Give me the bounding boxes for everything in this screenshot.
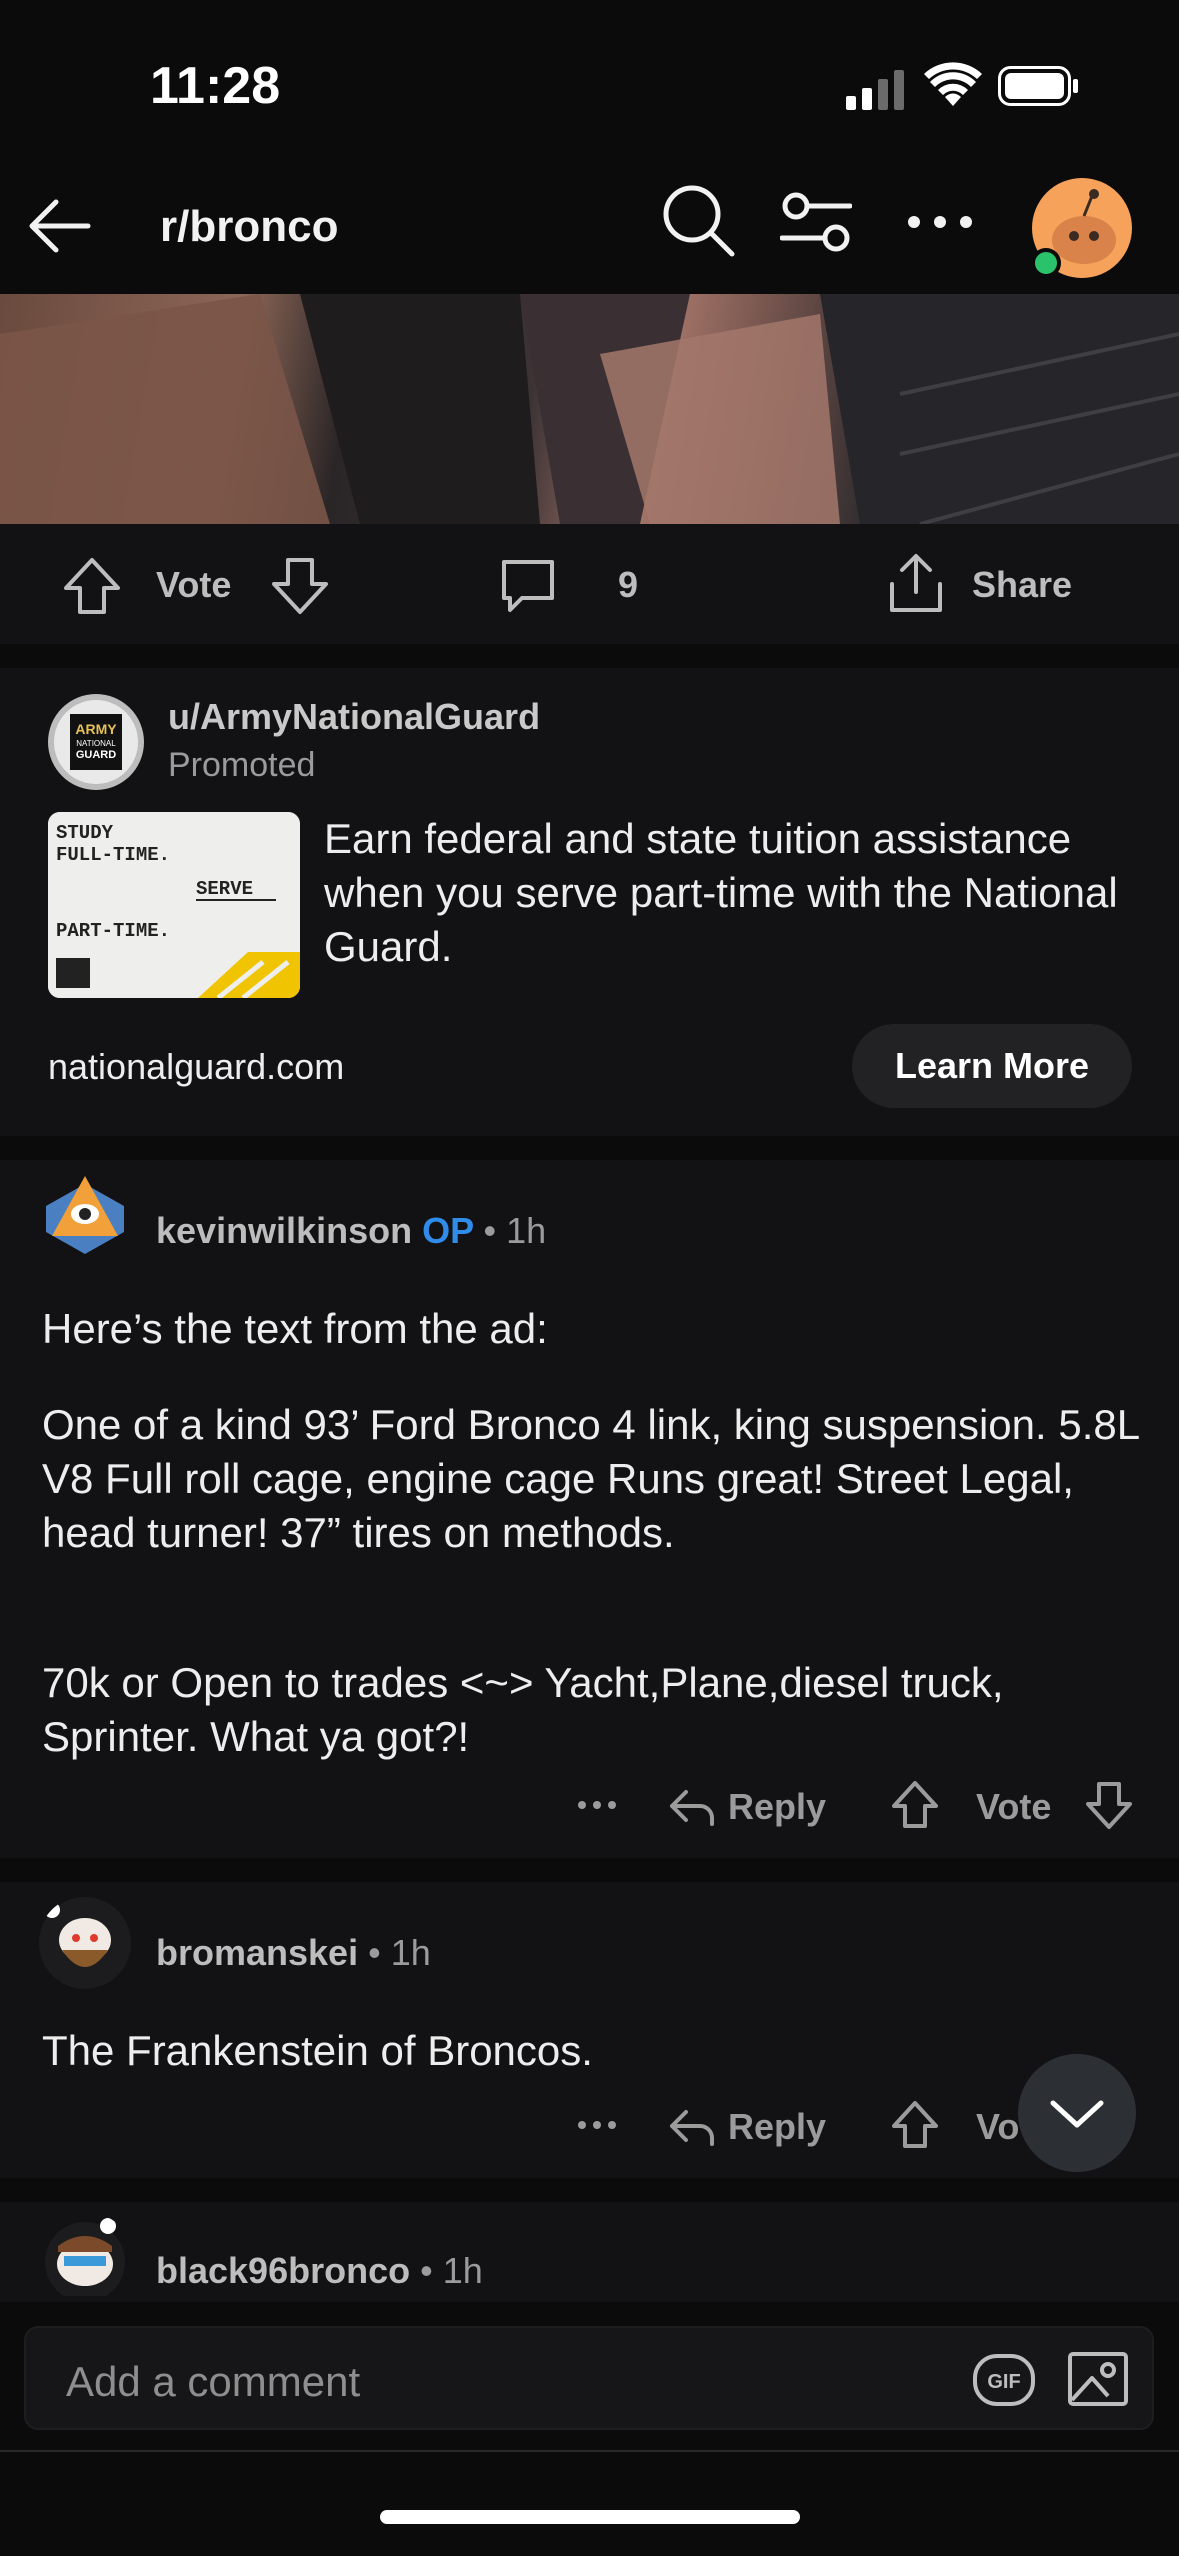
reply-button[interactable]: Reply (728, 1786, 826, 1828)
illuminati-avatar-icon (46, 1176, 124, 1254)
army-national-guard-logo: ARMY NATIONAL GUARD (48, 694, 144, 790)
commenter-avatar[interactable] (38, 1170, 132, 1264)
bottom-divider (0, 2450, 1179, 2452)
comment-author-line: black96bronco • 1h (156, 2250, 483, 2292)
upvote-icon[interactable] (888, 1778, 942, 1832)
comment-bubble-icon[interactable] (496, 554, 560, 618)
status-bar: 11:28 (0, 0, 1179, 160)
vote-label: Vo (976, 2106, 1020, 2147)
subreddit-title[interactable]: r/bronco (160, 202, 338, 252)
thumb-line-2: FULL-TIME. (56, 844, 170, 866)
image-upload-icon[interactable] (1066, 2346, 1130, 2410)
cellular-signal-icon (846, 70, 904, 110)
comment-composer: Add a comment GIF (0, 2302, 1179, 2452)
share-icon[interactable] (884, 552, 948, 616)
reply-button[interactable]: Reply (728, 2106, 826, 2148)
comment-author-line: kevinwilkinson OP • 1h (156, 1210, 546, 1252)
gif-icon[interactable]: GIF (972, 2350, 1036, 2410)
logo-army-text: ARMY (75, 721, 117, 737)
ad-body-text: Earn federal and state tuition assistanc… (324, 815, 1118, 970)
chevron-down-icon (1050, 2100, 1104, 2128)
more-options-icon[interactable] (572, 2100, 622, 2150)
reply-arrow-icon[interactable] (666, 1780, 718, 1832)
scroll-down-button[interactable] (1018, 2054, 1136, 2172)
comment-username[interactable]: black96bronco (156, 2250, 410, 2291)
filter-sliders-icon[interactable] (780, 192, 852, 252)
promoted-label: Promoted (168, 746, 316, 784)
ad-username[interactable]: u/ArmyNationalGuard (168, 696, 540, 738)
ad-domain[interactable]: nationalguard.com (48, 1046, 344, 1088)
comment-actions: Reply Vo (0, 2092, 1179, 2162)
back-arrow-icon[interactable] (22, 190, 94, 262)
comment-paragraph: The Frankenstein of Broncos. (42, 2027, 593, 2074)
post-action-bar: Vote 9 Share (0, 524, 1179, 644)
logo-national-text: NATIONAL (76, 739, 116, 748)
more-options-icon[interactable] (904, 202, 976, 242)
comment-count[interactable]: 9 (618, 564, 638, 606)
comment-username[interactable]: kevinwilkinson (156, 1210, 412, 1251)
downvote-icon[interactable] (268, 554, 332, 618)
comment-paragraph: 70k or Open to trades <~> Yacht,Plane,di… (42, 1659, 1004, 1760)
comment-input-placeholder: Add a comment (66, 2358, 361, 2405)
battery-icon (998, 66, 1078, 106)
post-photo-cropped (0, 294, 1179, 524)
commenter-avatar[interactable] (38, 2212, 132, 2296)
online-status-dot (1031, 248, 1061, 278)
section-divider (0, 1858, 1179, 1882)
search-icon[interactable] (660, 182, 736, 258)
comment-input[interactable]: Add a comment GIF (24, 2326, 1154, 2430)
comment-paragraph: Here’s the text from the ad: (42, 1305, 548, 1352)
logo-guard-text: GUARD (76, 749, 116, 761)
home-indicator[interactable] (380, 2510, 800, 2524)
snoo-avatar-icon (39, 1897, 131, 1989)
comment-author-line: bromanskei • 1h (156, 1932, 431, 1974)
more-options-icon[interactable] (572, 1780, 622, 1830)
status-time: 11:28 (150, 57, 281, 115)
snoo-avatar-icon (45, 2218, 125, 2296)
top-nav: r/bronco (0, 160, 1179, 295)
vote-label: Vote (976, 1786, 1052, 1827)
upvote-icon[interactable] (60, 554, 124, 618)
section-divider (0, 2178, 1179, 2202)
section-divider (0, 1136, 1179, 1160)
commenter-avatar[interactable] (38, 1896, 132, 1990)
gif-label: GIF (987, 2371, 1020, 2393)
upvote-icon[interactable] (888, 2098, 942, 2152)
guard-badge-icon: ARMY NATIONAL GUARD (70, 714, 122, 770)
share-label[interactable]: Share (972, 564, 1072, 606)
comment-time: • 1h (368, 1932, 431, 1973)
promoted-ad-card[interactable]: ARMY NATIONAL GUARD u/ArmyNationalGuard … (0, 668, 1179, 1136)
ad-thumbnail-graphic: STUDY FULL-TIME. SERVE PART-TIME. (48, 812, 300, 998)
post-image[interactable] (0, 294, 1179, 524)
vote-label: Vote (156, 564, 232, 605)
section-divider (0, 644, 1179, 668)
comment-paragraph: One of a kind 93’ Ford Bronco 4 link, ki… (42, 1401, 1139, 1556)
comment-time: • 1h (483, 1210, 547, 1251)
ad-thumbnail[interactable]: STUDY FULL-TIME. SERVE PART-TIME. (48, 812, 300, 998)
comment: bromanskei • 1h The Frankenstein of Bron… (0, 1882, 1179, 2178)
thumb-line-4: PART-TIME. (56, 920, 170, 942)
downvote-icon[interactable] (1082, 1778, 1136, 1832)
learn-more-button[interactable]: Learn More (852, 1024, 1132, 1108)
comment-time: • 1h (420, 2250, 483, 2291)
wifi-icon (924, 62, 982, 106)
op-badge: OP (422, 1210, 474, 1251)
comment: black96bronco • 1h (0, 2202, 1179, 2302)
comment-actions: Reply Vote (0, 1772, 1179, 1842)
comment-username[interactable]: bromanskei (156, 1932, 358, 1973)
thumb-line-1: STUDY (56, 822, 114, 844)
reply-arrow-icon[interactable] (666, 2100, 718, 2152)
thumb-line-3: SERVE (196, 878, 253, 900)
comment: kevinwilkinson OP • 1h Here’s the text f… (0, 1160, 1179, 1858)
